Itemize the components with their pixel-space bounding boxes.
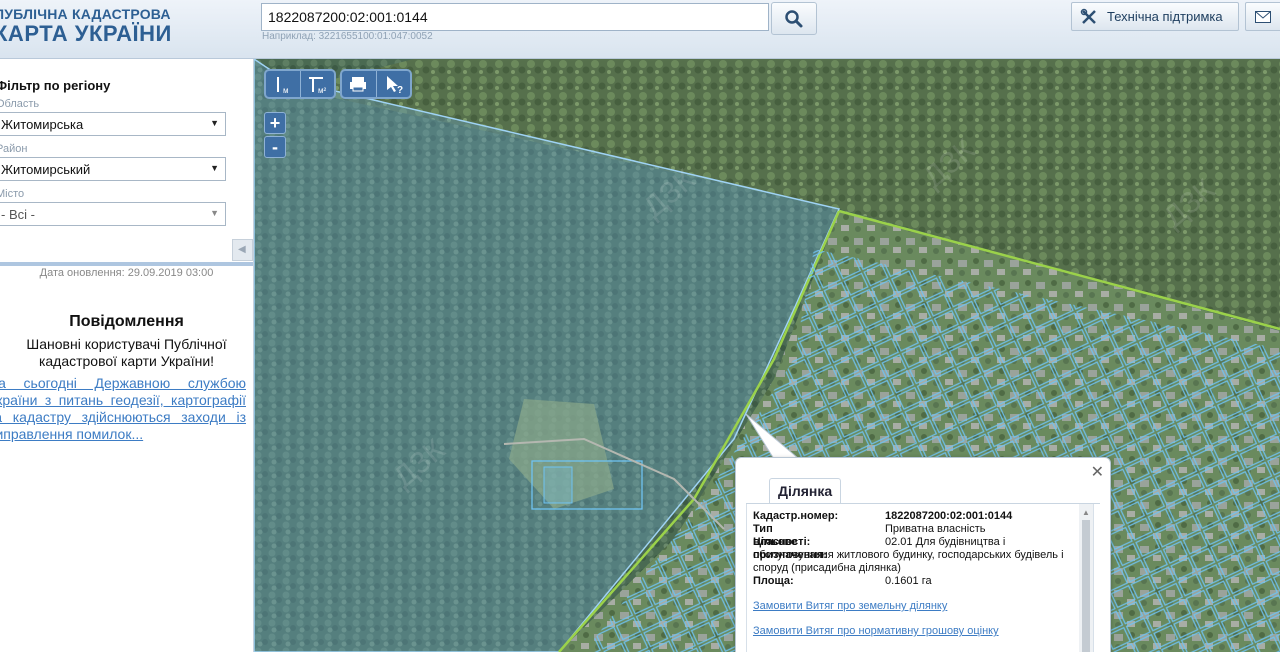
popup-scrollbar[interactable]: ▲ <box>1079 504 1093 652</box>
measure-area-button[interactable]: м² <box>300 71 335 97</box>
scroll-up-icon[interactable]: ▲ <box>1082 508 1090 517</box>
header-bar: ПУБЛІЧНА КАДАСТРОВА КАРТА УКРАЇНИ Наприк… <box>0 0 1280 59</box>
rayon-label: Район <box>0 143 28 155</box>
collapse-sidebar-button[interactable]: ◀ <box>232 239 253 261</box>
oblast-select[interactable]: Житомирська ▼ <box>0 112 226 136</box>
order-valuation-extract-link[interactable]: Замовити Витяг про нормативну грошову оц… <box>753 625 999 637</box>
purpose-value-2: обслуговування житлового будинку, господ… <box>753 549 1064 561</box>
measure-area-unit: м² <box>318 86 327 95</box>
close-icon[interactable]: ✕ <box>1091 462 1104 482</box>
measure-length-button[interactable]: м <box>266 71 300 97</box>
measure-length-unit: м <box>283 86 289 95</box>
notice-body: Шановні користувачі Публічної кадастрово… <box>26 336 227 369</box>
site-logo[interactable]: ПУБЛІЧНА КАДАСТРОВА КАРТА УКРАЇНИ <box>0 6 172 47</box>
update-date: Дата оновлення: 29.09.2019 03:00 <box>39 267 214 279</box>
parcel-info-popup: ✕ Ділянка Кадастр.номер: 1822087200:02:0… <box>735 457 1111 652</box>
cursor-help-icon: ? <box>387 76 403 96</box>
mail-button[interactable] <box>1245 2 1280 31</box>
mail-icon <box>1255 11 1271 23</box>
svg-text:?: ? <box>397 85 403 96</box>
rayon-select-value: Житомирський <box>1 162 91 177</box>
logo-line-1: ПУБЛІЧНА КАДАСТРОВА <box>0 6 171 22</box>
area-key: Площа: <box>753 575 794 587</box>
ownership-value: Приватна власність <box>885 523 986 535</box>
tab-parcel[interactable]: Ділянка <box>769 478 842 504</box>
misto-select-value: - Всі - <box>1 207 35 222</box>
misto-select[interactable]: - Всі - ▼ <box>0 202 226 226</box>
zoom-in-button[interactable]: + <box>264 112 286 134</box>
chevron-down-icon: ▼ <box>210 118 219 128</box>
notice-link[interactable]: На сьогодні Державною службою України з … <box>0 375 246 443</box>
region-filter-title: Фільтр по регіону <box>0 78 111 93</box>
chevron-down-icon: ▼ <box>210 163 219 173</box>
notice-title: Повідомлення <box>69 313 184 330</box>
tools-icon <box>1080 8 1096 24</box>
cadastral-search-input[interactable] <box>261 3 769 31</box>
area-icon: м² <box>309 77 327 95</box>
parcel-details: Кадастр.номер: 1822087200:02:001:0144 Ти… <box>746 504 1094 652</box>
cadastral-key: Кадастр.номер: <box>753 510 839 522</box>
search-button[interactable] <box>771 2 817 35</box>
zoom-out-button[interactable]: - <box>264 136 286 158</box>
search-icon <box>785 10 803 28</box>
logo-line-2: КАРТА УКРАЇНИ <box>0 21 172 46</box>
search-hint: Наприклад: 3221655100:01:047:0052 <box>262 31 433 42</box>
purpose-value-1: 02.01 Для будівництва і <box>885 536 1006 548</box>
info-pointer-button[interactable]: ? <box>376 71 411 97</box>
tech-support-label: Технічна підтримка <box>1107 9 1223 24</box>
chevron-left-icon: ◀ <box>238 244 246 255</box>
cadastral-value: 1822087200:02:001:0144 <box>885 510 1013 522</box>
area-value: 0.1601 га <box>885 575 932 587</box>
chevron-down-icon: ▼ <box>210 208 219 218</box>
actions-toolbar: ? <box>340 69 412 99</box>
misto-label: Місто <box>0 188 25 200</box>
oblast-select-value: Житомирська <box>1 117 84 132</box>
scroll-thumb[interactable] <box>1082 520 1090 652</box>
print-button[interactable] <box>342 71 376 97</box>
ruler-icon: м <box>277 77 289 95</box>
measure-toolbar: м м² <box>264 69 336 99</box>
rayon-select[interactable]: Житомирський ▼ <box>0 157 226 181</box>
tech-support-button[interactable]: Технічна підтримка <box>1071 2 1239 31</box>
oblast-label: Область <box>0 98 40 110</box>
map-view[interactable]: ДЗК ДЗК ДЗК ДЗК м м² ? + - ✕ Ділянка Кад… <box>254 59 1280 652</box>
sidebar: Фільтр по регіону Область Житомирська ▼ … <box>0 59 254 652</box>
sidebar-divider <box>0 262 253 266</box>
printer-icon <box>350 77 366 92</box>
purpose-value-3: споруд (присадибна ділянка) <box>753 562 901 574</box>
order-parcel-extract-link[interactable]: Замовити Витяг про земельну ділянку <box>753 600 947 612</box>
